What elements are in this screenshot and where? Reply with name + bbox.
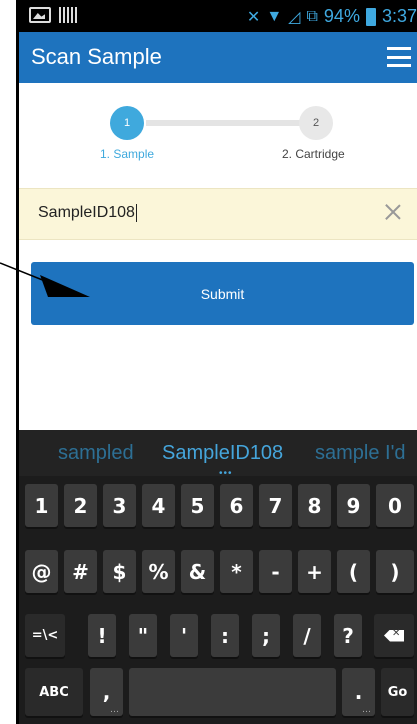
- key-dollar[interactable]: $: [103, 550, 136, 593]
- key-semicolon[interactable]: ;: [252, 614, 280, 657]
- key-comma[interactable]: , …: [90, 668, 123, 716]
- key-single-quote[interactable]: ': [170, 614, 198, 657]
- gallery-notification-icon: [29, 7, 51, 23]
- key-5[interactable]: 5: [181, 484, 214, 527]
- key-ampersand[interactable]: &: [181, 550, 214, 593]
- key-8[interactable]: 8: [298, 484, 331, 527]
- suggestion-strip: sampled SampleID108 sample I'd •••: [19, 430, 417, 479]
- soft-keyboard: sampled SampleID108 sample I'd ••• 1 2 3…: [19, 430, 417, 724]
- key-asterisk[interactable]: *: [220, 550, 253, 593]
- key-7[interactable]: 7: [259, 484, 292, 527]
- wifi-icon: ▼: [266, 7, 283, 25]
- key-abc[interactable]: ABC: [25, 668, 83, 716]
- backspace-key[interactable]: [374, 614, 414, 657]
- key-open-paren[interactable]: (: [337, 550, 370, 593]
- close-icon[interactable]: [383, 202, 403, 222]
- key-at[interactable]: @: [25, 550, 58, 593]
- battery-icon: [365, 7, 376, 26]
- key-more-symbols[interactable]: =\<: [25, 614, 65, 657]
- clock: 3:37: [381, 6, 417, 26]
- key-3[interactable]: 3: [103, 484, 136, 527]
- key-6[interactable]: 6: [220, 484, 253, 527]
- step-1-label: 1. Sample: [100, 147, 155, 161]
- backspace-icon: [384, 628, 404, 642]
- key-exclamation[interactable]: !: [88, 614, 116, 657]
- sample-id-input[interactable]: SampleID108: [19, 188, 417, 240]
- text-cursor: [135, 204, 137, 222]
- step-1-circle: 1: [110, 106, 144, 140]
- page-title: Scan Sample: [31, 44, 162, 69]
- more-suggestions-icon: •••: [219, 468, 233, 479]
- suggestion-1[interactable]: sampled: [58, 442, 134, 465]
- key-period-more-icon: …: [362, 705, 371, 715]
- battery-percent: 94%: [323, 6, 360, 26]
- progress-stepper: 1 2 1. Sample 2. Cartridge: [19, 83, 417, 178]
- status-bar: ✕ ▼ ◿ ⧉ 94% 3:37: [19, 0, 417, 32]
- key-percent[interactable]: %: [142, 550, 175, 593]
- key-slash[interactable]: /: [293, 614, 321, 657]
- key-double-quote[interactable]: ": [129, 614, 157, 657]
- key-9[interactable]: 9: [337, 484, 370, 527]
- network-icon: ⧉: [306, 7, 318, 25]
- key-minus[interactable]: -: [259, 550, 292, 593]
- go-key[interactable]: Go: [381, 668, 414, 716]
- key-plus[interactable]: +: [298, 550, 331, 593]
- signal-icon: ◿: [288, 8, 301, 26]
- key-close-paren[interactable]: ): [376, 550, 414, 593]
- hamburger-menu-icon[interactable]: [387, 47, 411, 67]
- key-hash[interactable]: #: [64, 550, 97, 593]
- key-4[interactable]: 4: [142, 484, 175, 527]
- phone-screen: ✕ ▼ ◿ ⧉ 94% 3:37 Scan Sample 1 2 1. Samp…: [16, 0, 417, 724]
- space-bar[interactable]: [129, 668, 336, 716]
- stepper-connector: [146, 120, 316, 126]
- key-comma-more-icon: …: [110, 705, 119, 715]
- key-1[interactable]: 1: [25, 484, 58, 527]
- barcode-notification-icon: [59, 7, 79, 23]
- mute-icon: ✕: [246, 8, 261, 26]
- key-2[interactable]: 2: [64, 484, 97, 527]
- key-0[interactable]: 0: [376, 484, 414, 527]
- key-comma-label: ,: [102, 680, 111, 704]
- key-period-label: .: [354, 680, 363, 704]
- annotation-arrow: [0, 262, 90, 297]
- step-2-label: 2. Cartridge: [282, 147, 345, 161]
- step-2-circle: 2: [299, 106, 333, 140]
- suggestion-3[interactable]: sample I'd: [315, 442, 406, 465]
- app-bar: Scan Sample: [19, 32, 417, 83]
- sample-id-value: SampleID108: [38, 204, 135, 222]
- key-period[interactable]: . …: [342, 668, 375, 716]
- key-colon[interactable]: :: [211, 614, 239, 657]
- suggestion-2[interactable]: SampleID108: [162, 442, 283, 465]
- key-question[interactable]: ?: [334, 614, 362, 657]
